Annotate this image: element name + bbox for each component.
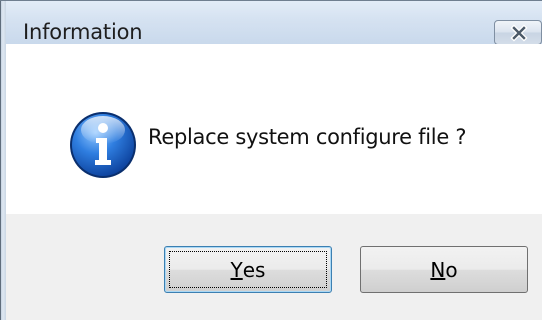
yes-button[interactable]: Yes — [164, 246, 332, 293]
window-title: Information — [23, 20, 143, 44]
titlebar[interactable]: Information — [6, 0, 542, 45]
yes-accelerator: Y — [230, 257, 243, 282]
button-panel: Yes No — [6, 214, 542, 320]
no-accelerator: N — [430, 257, 446, 282]
message-area: Replace system configure file ? — [6, 44, 542, 214]
close-icon — [510, 24, 528, 42]
titlebar-top-edge — [0, 0, 542, 1]
yes-label-rest: es — [242, 257, 266, 282]
close-button[interactable] — [494, 20, 542, 45]
yes-button-label: Yes — [165, 247, 331, 292]
no-label-rest: o — [445, 257, 458, 282]
info-icon — [70, 112, 136, 178]
window-frame-edge — [0, 0, 1, 320]
no-button[interactable]: No — [360, 246, 528, 293]
no-button-label: No — [361, 247, 527, 292]
information-dialog: Information Replace system configure fil… — [0, 0, 542, 320]
dialog-message: Replace system configure file ? — [148, 125, 467, 149]
